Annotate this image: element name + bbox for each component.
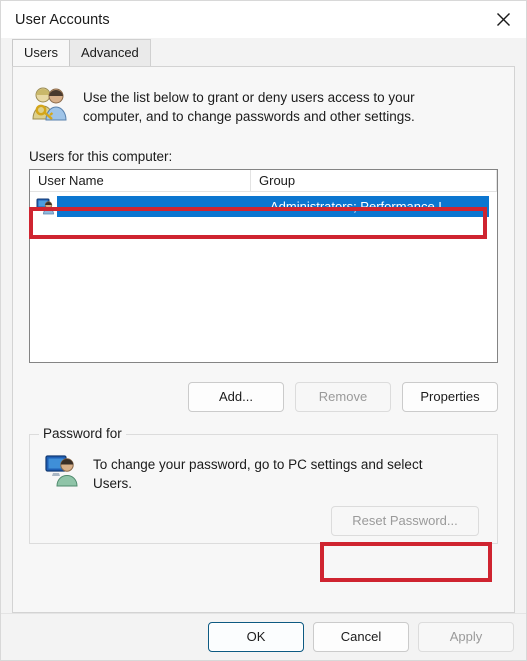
- ok-button[interactable]: OK: [208, 622, 304, 652]
- properties-button[interactable]: Properties: [402, 382, 498, 412]
- password-info-text: To change your password, go to PC settin…: [93, 457, 423, 491]
- add-button[interactable]: Add...: [188, 382, 284, 412]
- dialog-footer: OK Cancel Apply: [1, 613, 526, 660]
- selected-user-row[interactable]: Administrators; Performance L...: [57, 195, 489, 217]
- users-list-label: Users for this computer:: [29, 149, 173, 164]
- password-group-box: Password for To change your password, go…: [29, 426, 498, 544]
- table-row[interactable]: Administrators; Performance L...: [30, 193, 497, 219]
- user-account-icon: [36, 197, 54, 215]
- title-bar: User Accounts: [1, 1, 526, 38]
- remove-button: Remove: [295, 382, 391, 412]
- row-group: Administrators; Performance L...: [270, 198, 457, 214]
- password-group-legend: Password for: [39, 426, 126, 441]
- password-info-row: To change your password, go to PC settin…: [44, 453, 483, 493]
- reset-password-button: Reset Password...: [331, 506, 479, 536]
- tab-strip: Users Advanced: [1, 38, 526, 66]
- cancel-button[interactable]: Cancel: [313, 622, 409, 652]
- intro-text: Use the list below to grant or deny user…: [83, 90, 415, 124]
- tab-users-label: Users: [24, 45, 58, 60]
- two-users-with-key-icon: [29, 85, 69, 128]
- user-accounts-window: User Accounts Users Advanced Use the lis…: [0, 0, 527, 661]
- column-header-user-name[interactable]: User Name: [30, 170, 251, 191]
- tab-advanced-label: Advanced: [80, 45, 139, 60]
- users-list[interactable]: User Name Group Administrators; Performa…: [29, 169, 498, 363]
- user-actions-row: Add... Remove Properties: [29, 382, 498, 412]
- column-header-group[interactable]: Group: [251, 170, 497, 191]
- tab-advanced[interactable]: Advanced: [68, 39, 151, 66]
- intro-row: Use the list below to grant or deny user…: [29, 85, 498, 128]
- close-icon[interactable]: [480, 1, 526, 38]
- apply-button: Apply: [418, 622, 514, 652]
- window-title: User Accounts: [15, 11, 110, 28]
- reset-password-row: Reset Password...: [44, 506, 483, 536]
- users-list-header: User Name Group: [30, 170, 497, 192]
- users-tab-panel: Use the list below to grant or deny user…: [12, 66, 515, 613]
- user-at-computer-icon: [44, 453, 80, 492]
- tab-users[interactable]: Users: [12, 39, 70, 66]
